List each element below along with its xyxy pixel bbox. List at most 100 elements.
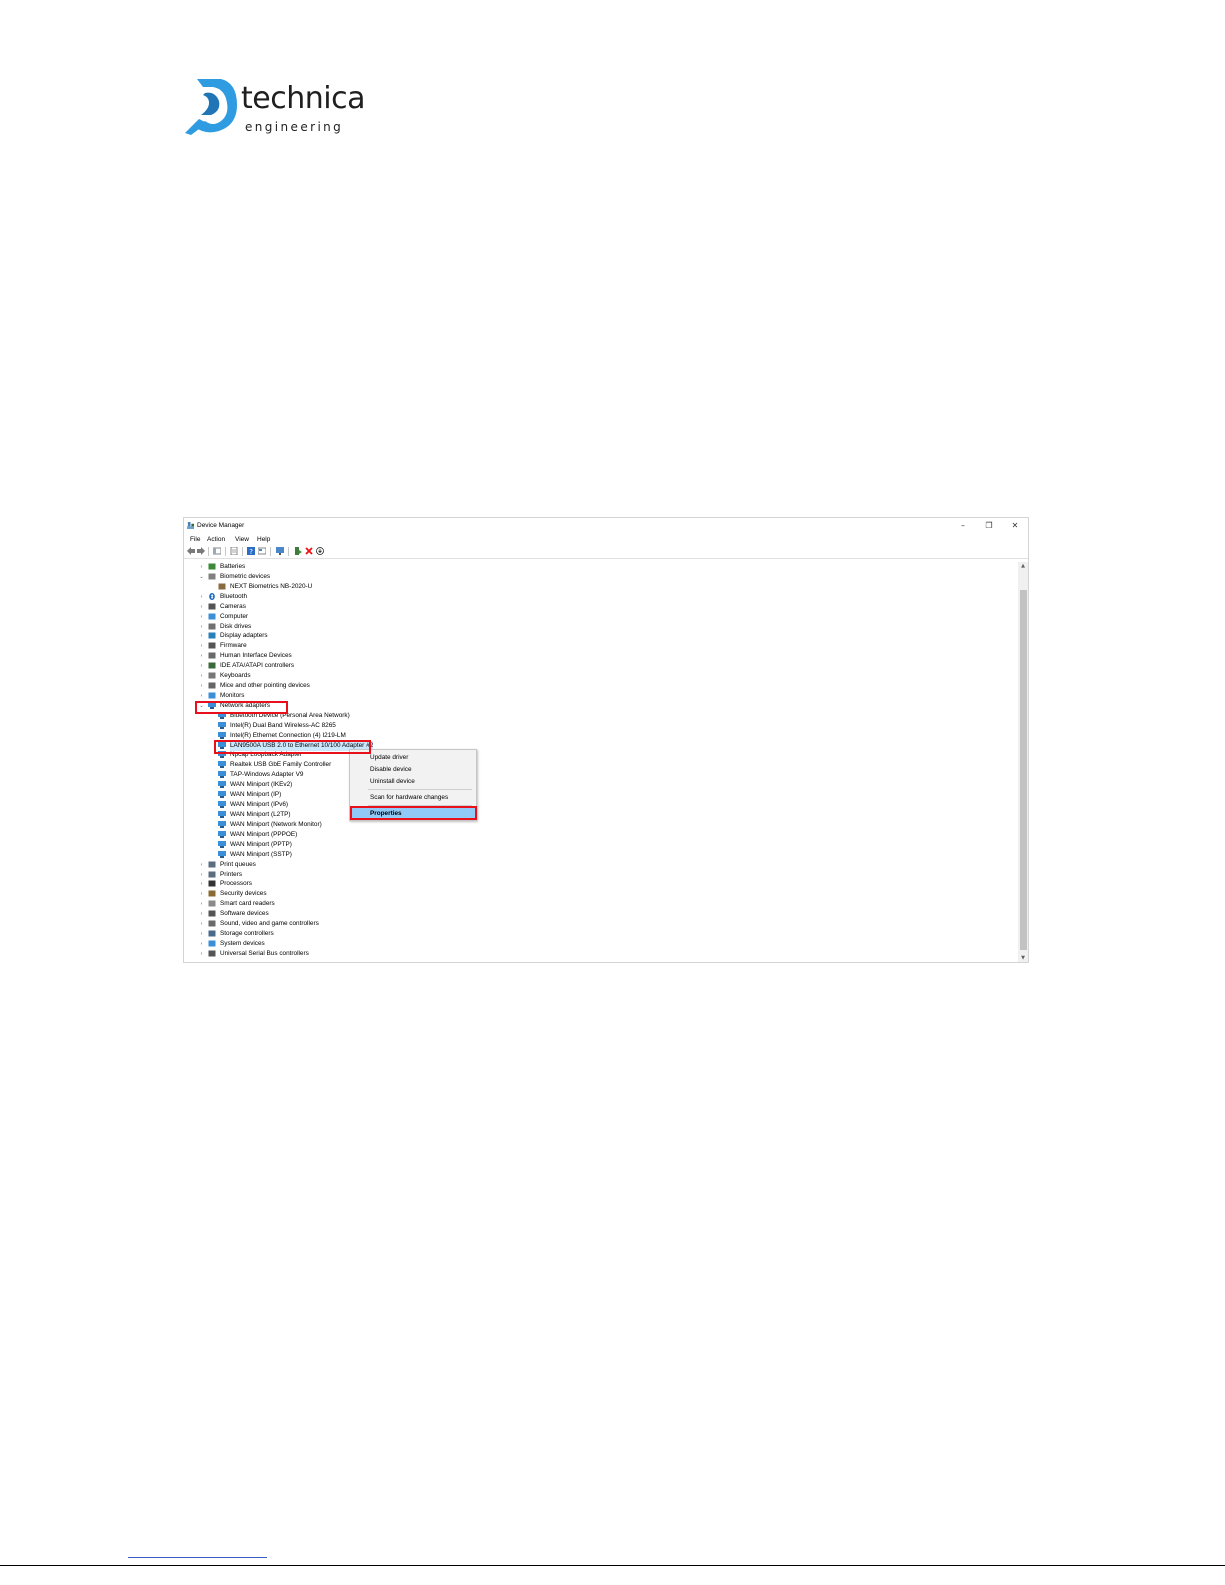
- tree-child-item[interactable]: WAN Miniport (PPPOE): [184, 830, 1004, 840]
- expand-chevron-icon[interactable]: ›: [199, 860, 204, 870]
- help-icon[interactable]: ?: [247, 547, 255, 555]
- tree-category-item[interactable]: ⌄ Biometric devices: [184, 572, 1004, 582]
- tree-category-item[interactable]: › Security devices: [184, 889, 1004, 899]
- tree-category-item[interactable]: ⌄ Network adapters: [184, 701, 1004, 711]
- expand-chevron-icon[interactable]: ›: [199, 641, 204, 651]
- menu-view[interactable]: View: [235, 536, 249, 543]
- vertical-scrollbar[interactable]: ▲ ▼: [1018, 562, 1028, 962]
- menu-file[interactable]: File: [190, 536, 200, 543]
- tree-category-item[interactable]: › Software devices: [184, 909, 1004, 919]
- tree-category-item[interactable]: › Keyboards: [184, 671, 1004, 681]
- scroll-down-icon[interactable]: ▼: [1018, 955, 1028, 961]
- disable-device-menu-item[interactable]: Disable device: [351, 764, 475, 775]
- tree-category-item[interactable]: › Bluetooth: [184, 592, 1004, 602]
- expand-chevron-icon[interactable]: ›: [199, 612, 204, 622]
- scroll-up-icon[interactable]: ▲: [1018, 563, 1028, 569]
- expand-chevron-icon[interactable]: ›: [199, 631, 204, 641]
- back-arrow-icon[interactable]: [187, 547, 195, 555]
- collapse-chevron-icon[interactable]: ⌄: [199, 572, 204, 582]
- printer-icon: [208, 861, 216, 868]
- expand-chevron-icon[interactable]: ›: [199, 889, 204, 899]
- expand-chevron-icon[interactable]: ›: [199, 651, 204, 661]
- disk-icon: [208, 623, 216, 630]
- tree-child-item[interactable]: WAN Miniport (SSTP): [184, 850, 1004, 860]
- toolbar-separator: [242, 547, 243, 556]
- expand-chevron-icon[interactable]: ›: [199, 870, 204, 880]
- tree-child-item[interactable]: WAN Miniport (IPv6): [184, 800, 1004, 810]
- expand-chevron-icon[interactable]: ›: [199, 919, 204, 929]
- tree-item-label: IDE ATA/ATAPI controllers: [220, 662, 295, 670]
- tree-category-item[interactable]: › Display adapters: [184, 631, 1004, 641]
- tree-category-item[interactable]: › Sound, video and game controllers: [184, 919, 1004, 929]
- technica-engineering-logo: technica engineering: [183, 75, 365, 137]
- tree-category-item[interactable]: › Computer: [184, 612, 1004, 622]
- properties-icon[interactable]: [230, 547, 238, 555]
- tree-category-item[interactable]: › Universal Serial Bus controllers: [184, 949, 1004, 959]
- expand-chevron-icon[interactable]: ›: [199, 929, 204, 939]
- toolbar-separator: [208, 547, 209, 556]
- expand-chevron-icon[interactable]: ›: [199, 681, 204, 691]
- view-icon[interactable]: [258, 547, 266, 555]
- tree-category-item[interactable]: › Cameras: [184, 602, 1004, 612]
- uninstall-device-menu-item[interactable]: Uninstall device: [351, 776, 475, 787]
- tree-child-item[interactable]: TAP-Windows Adapter V9: [184, 770, 1004, 780]
- tree-item-label: WAN Miniport (L2TP): [230, 811, 291, 818]
- tree-category-item[interactable]: › Human Interface Devices: [184, 651, 1004, 661]
- scrollbar-thumb[interactable]: [1020, 590, 1027, 950]
- tree-child-item[interactable]: WAN Miniport (PPTP): [184, 840, 1004, 850]
- tree-category-item[interactable]: › IDE ATA/ATAPI controllers: [184, 661, 1004, 671]
- expand-chevron-icon[interactable]: ›: [199, 622, 204, 632]
- tree-item-label: WAN Miniport (IPv6): [230, 801, 288, 809]
- expand-chevron-icon[interactable]: ›: [199, 602, 204, 612]
- expand-chevron-icon[interactable]: ›: [199, 899, 204, 909]
- uninstall-x-icon[interactable]: [305, 547, 313, 555]
- tree-category-item[interactable]: › System devices: [184, 939, 1004, 949]
- menu-action[interactable]: Action: [207, 536, 225, 543]
- scan-hardware-icon[interactable]: [276, 547, 284, 555]
- tree-child-item[interactable]: WAN Miniport (IKEv2): [184, 780, 1004, 790]
- expand-chevron-icon[interactable]: ›: [199, 949, 204, 959]
- tree-child-item[interactable]: NEXT Biometrics NB-2020-U: [184, 582, 1004, 592]
- tree-category-item[interactable]: › Monitors: [184, 691, 1004, 701]
- menu-help[interactable]: Help: [257, 536, 270, 543]
- expand-chevron-icon[interactable]: ›: [199, 562, 204, 572]
- tree-child-item[interactable]: Bluetooth Device (Personal Area Network): [184, 711, 1004, 721]
- footer-link-underline: [128, 1557, 267, 1558]
- tree-category-item[interactable]: › Print queues: [184, 860, 1004, 870]
- expand-chevron-icon[interactable]: ›: [199, 691, 204, 701]
- tree-category-item[interactable]: › Printers: [184, 870, 1004, 880]
- network-icon: [218, 820, 226, 828]
- close-button[interactable]: ✕: [1010, 521, 1020, 531]
- tree-child-item[interactable]: WAN Miniport (L2TP): [184, 810, 1004, 820]
- tree-category-item[interactable]: › Batteries: [184, 562, 1004, 572]
- expand-chevron-icon[interactable]: ›: [199, 671, 204, 681]
- tree-category-item[interactable]: › Processors: [184, 879, 1004, 889]
- show-hide-console-tree-icon[interactable]: [213, 547, 221, 555]
- tree-child-item[interactable]: WAN Miniport (IP): [184, 790, 1004, 800]
- scan-hardware-menu-item[interactable]: Scan for hardware changes: [351, 792, 475, 803]
- tree-category-item[interactable]: › Storage controllers: [184, 929, 1004, 939]
- forward-arrow-icon[interactable]: [197, 547, 205, 555]
- minimize-button[interactable]: –: [958, 521, 968, 531]
- download-icon[interactable]: [316, 547, 324, 555]
- tree-category-item[interactable]: › Smart card readers: [184, 899, 1004, 909]
- usb-icon: [208, 950, 216, 957]
- restore-button[interactable]: ❐: [984, 521, 994, 531]
- svg-text:?: ?: [249, 548, 253, 555]
- tree-category-item[interactable]: › Firmware: [184, 641, 1004, 651]
- tree-child-item[interactable]: Intel(R) Dual Band Wireless-AC 8265: [184, 721, 1004, 731]
- footer-rule: [0, 1565, 1225, 1566]
- expand-chevron-icon[interactable]: ›: [199, 909, 204, 919]
- tree-category-item[interactable]: › Mice and other pointing devices: [184, 681, 1004, 691]
- update-driver-icon[interactable]: [294, 547, 302, 555]
- tree-category-item[interactable]: › Disk drives: [184, 622, 1004, 632]
- expand-chevron-icon[interactable]: ›: [199, 592, 204, 602]
- tree-item-label: TAP-Windows Adapter V9: [230, 771, 304, 779]
- expand-chevron-icon[interactable]: ›: [199, 661, 204, 671]
- tree-child-item[interactable]: WAN Miniport (Network Monitor): [184, 820, 1004, 830]
- bluetooth-icon: [209, 592, 215, 600]
- network-icon: [218, 850, 226, 858]
- expand-chevron-icon[interactable]: ›: [199, 879, 204, 889]
- tree-child-item[interactable]: Realtek USB GbE Family Controller: [184, 760, 1004, 770]
- expand-chevron-icon[interactable]: ›: [199, 939, 204, 949]
